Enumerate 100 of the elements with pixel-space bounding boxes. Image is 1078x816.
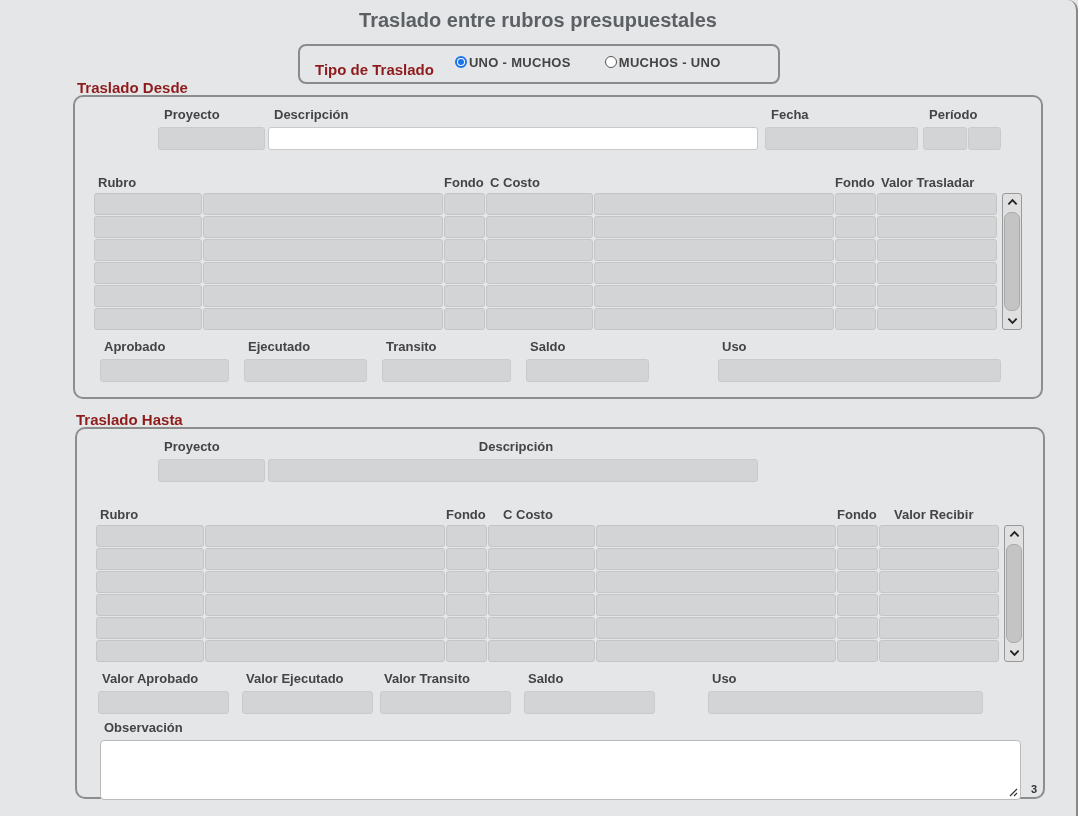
table-cell[interactable] — [486, 285, 593, 307]
table-cell[interactable] — [446, 617, 487, 639]
scrollbar-thumb[interactable] — [1006, 544, 1022, 643]
table-cell[interactable] — [203, 308, 443, 330]
scrollbar[interactable] — [1004, 525, 1024, 662]
table-cell[interactable] — [444, 193, 485, 215]
table-cell[interactable] — [486, 308, 593, 330]
table-cell[interactable] — [596, 525, 836, 547]
table-cell[interactable] — [205, 571, 445, 593]
table-cell[interactable] — [444, 262, 485, 284]
table-cell[interactable] — [596, 640, 836, 662]
table-cell[interactable] — [486, 239, 593, 261]
table-cell[interactable] — [446, 594, 487, 616]
table-cell[interactable] — [879, 640, 999, 662]
input-field[interactable] — [268, 127, 758, 150]
table-cell[interactable] — [94, 285, 202, 307]
table-cell[interactable] — [879, 571, 999, 593]
table-cell[interactable] — [446, 525, 487, 547]
table-cell[interactable] — [203, 216, 443, 238]
table-cell[interactable] — [596, 617, 836, 639]
table-cell[interactable] — [879, 548, 999, 570]
table-cell[interactable] — [877, 308, 997, 330]
table-cell[interactable] — [205, 617, 445, 639]
scrollbar-thumb[interactable] — [1004, 212, 1020, 311]
table-cell[interactable] — [96, 640, 204, 662]
table-cell[interactable] — [203, 193, 443, 215]
table-cell[interactable] — [837, 640, 878, 662]
table-cell[interactable] — [837, 594, 878, 616]
table-cell[interactable] — [94, 262, 202, 284]
table-cell[interactable] — [594, 239, 834, 261]
table-cell[interactable] — [444, 239, 485, 261]
table-cell[interactable] — [446, 640, 487, 662]
table-cell[interactable] — [879, 617, 999, 639]
table-cell[interactable] — [877, 239, 997, 261]
table-cell[interactable] — [835, 262, 876, 284]
table-cell[interactable] — [877, 262, 997, 284]
table-cell[interactable] — [837, 571, 878, 593]
table-cell[interactable] — [203, 285, 443, 307]
radio-option[interactable]: UNO - MUCHOS — [454, 54, 571, 70]
table-cell[interactable] — [444, 285, 485, 307]
table-cell[interactable] — [594, 193, 834, 215]
table-cell[interactable] — [444, 216, 485, 238]
scroll-down-icon[interactable] — [1006, 317, 1018, 325]
table-cell[interactable] — [837, 525, 878, 547]
table-cell[interactable] — [879, 594, 999, 616]
table-cell[interactable] — [835, 239, 876, 261]
table-cell[interactable] — [94, 216, 202, 238]
table-cell[interactable] — [835, 193, 876, 215]
table-cell[interactable] — [486, 193, 593, 215]
table-cell[interactable] — [877, 216, 997, 238]
table-cell[interactable] — [205, 640, 445, 662]
table-cell[interactable] — [488, 571, 595, 593]
table-cell[interactable] — [594, 262, 834, 284]
table-cell[interactable] — [444, 308, 485, 330]
table-cell[interactable] — [596, 571, 836, 593]
table-cell[interactable] — [203, 239, 443, 261]
radio-option[interactable]: MUCHOS - UNO — [604, 54, 721, 70]
table-cell[interactable] — [446, 548, 487, 570]
table-cell[interactable] — [877, 285, 997, 307]
table-cell[interactable] — [835, 285, 876, 307]
table-cell[interactable] — [205, 548, 445, 570]
field-label: Período — [928, 107, 979, 124]
scroll-up-icon[interactable] — [1008, 530, 1020, 538]
table-cell[interactable] — [486, 216, 593, 238]
table-cell[interactable] — [596, 594, 836, 616]
table-cell[interactable] — [837, 548, 878, 570]
scrollbar[interactable] — [1002, 193, 1022, 330]
field-label: Aprobado — [103, 339, 167, 356]
table-cell[interactable] — [488, 640, 595, 662]
table-cell[interactable] — [203, 262, 443, 284]
table-cell[interactable] — [594, 285, 834, 307]
table-cell[interactable] — [96, 594, 204, 616]
resize-grip-icon[interactable] — [1008, 787, 1018, 797]
table-cell[interactable] — [879, 525, 999, 547]
table-cell[interactable] — [205, 525, 445, 547]
table-cell[interactable] — [94, 239, 202, 261]
table-cell[interactable] — [835, 308, 876, 330]
table-cell[interactable] — [94, 193, 202, 215]
column-header: Fondo — [446, 507, 487, 524]
field-label: Saldo — [527, 671, 565, 688]
table-cell[interactable] — [596, 548, 836, 570]
scroll-up-icon[interactable] — [1006, 198, 1018, 206]
table-cell[interactable] — [488, 617, 595, 639]
table-cell[interactable] — [488, 594, 595, 616]
table-cell[interactable] — [96, 571, 204, 593]
table-cell[interactable] — [486, 262, 593, 284]
table-cell[interactable] — [877, 193, 997, 215]
table-cell[interactable] — [835, 216, 876, 238]
table-cell[interactable] — [488, 548, 595, 570]
table-cell[interactable] — [837, 617, 878, 639]
table-cell[interactable] — [94, 308, 202, 330]
table-cell[interactable] — [96, 525, 204, 547]
table-cell[interactable] — [594, 308, 834, 330]
table-cell[interactable] — [594, 216, 834, 238]
table-cell[interactable] — [488, 525, 595, 547]
table-cell[interactable] — [205, 594, 445, 616]
scroll-down-icon[interactable] — [1008, 649, 1020, 657]
table-cell[interactable] — [96, 548, 204, 570]
table-cell[interactable] — [446, 571, 487, 593]
table-cell[interactable] — [96, 617, 204, 639]
